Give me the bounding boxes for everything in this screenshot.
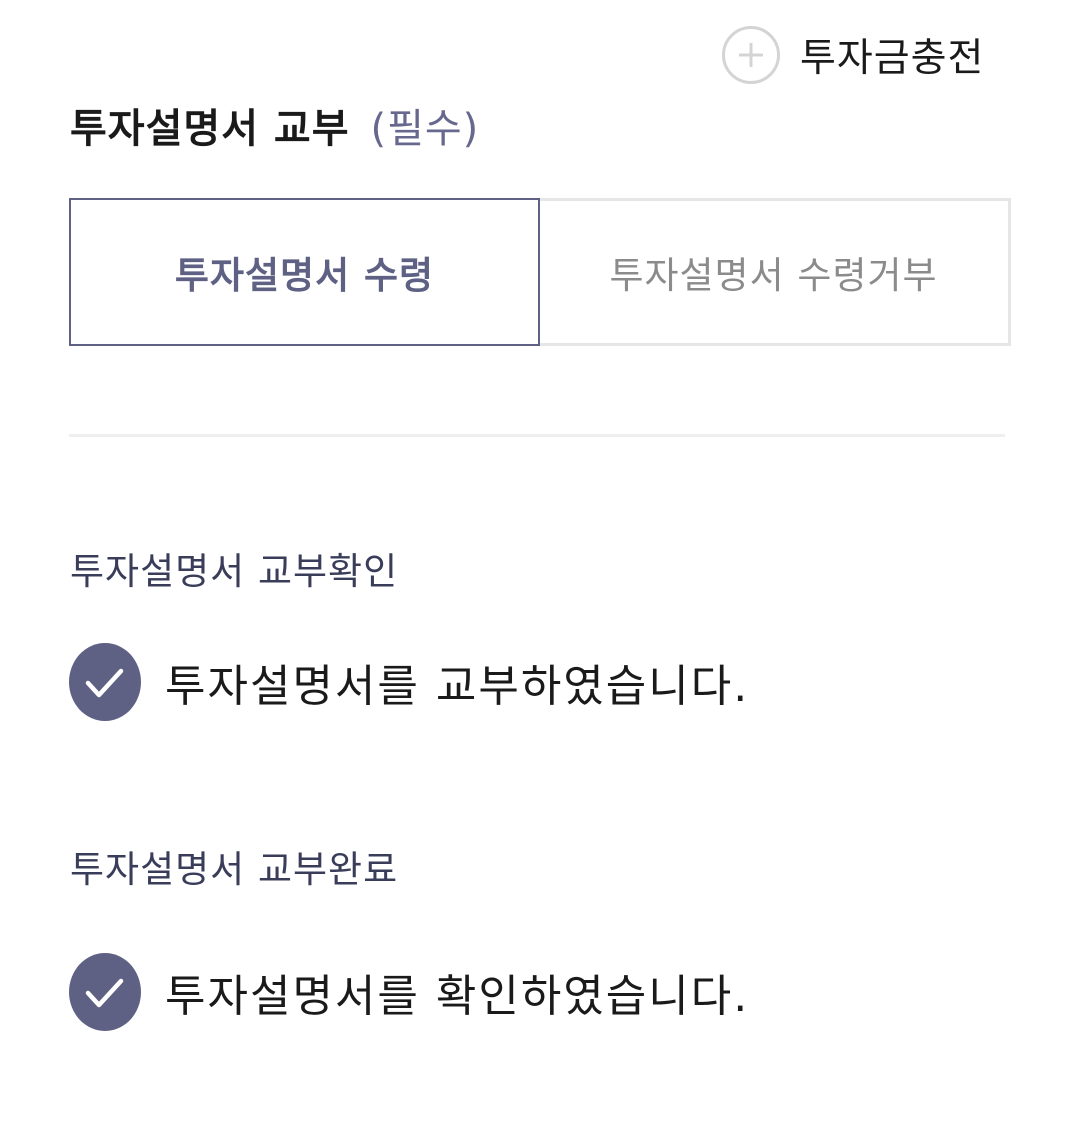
charge-button-label: 투자금충전	[800, 36, 985, 81]
divider	[69, 434, 1005, 437]
prospectus-receipt-toggle: 투자설명서 수령 투자설명서 수령거부	[69, 198, 1011, 346]
checkmark-icon	[69, 953, 141, 1031]
delivery-complete-label: 투자설명서 교부완료	[70, 848, 399, 891]
section-title: 투자설명서 교부 (필수)	[70, 96, 479, 154]
plus-circle-icon	[722, 26, 780, 84]
charge-button[interactable]: 투자금충전	[722, 26, 984, 84]
delivery-confirm-text: 투자설명서를 교부하였습니다.	[165, 661, 750, 712]
required-badge: (필수)	[370, 106, 480, 152]
delivery-complete-checkbox[interactable]: 투자설명서를 확인하였습니다.	[69, 953, 749, 1031]
delivery-confirm-checkbox[interactable]: 투자설명서를 교부하였습니다.	[69, 643, 749, 721]
delivery-complete-text: 투자설명서를 확인하였습니다.	[165, 971, 750, 1022]
delivery-confirm-label: 투자설명서 교부확인	[70, 550, 399, 593]
refuse-prospectus-option[interactable]: 투자설명서 수령거부	[539, 198, 1011, 346]
section-title-text: 투자설명서 교부	[70, 106, 350, 152]
receive-prospectus-option[interactable]: 투자설명서 수령	[69, 198, 540, 346]
checkmark-icon	[69, 643, 141, 721]
